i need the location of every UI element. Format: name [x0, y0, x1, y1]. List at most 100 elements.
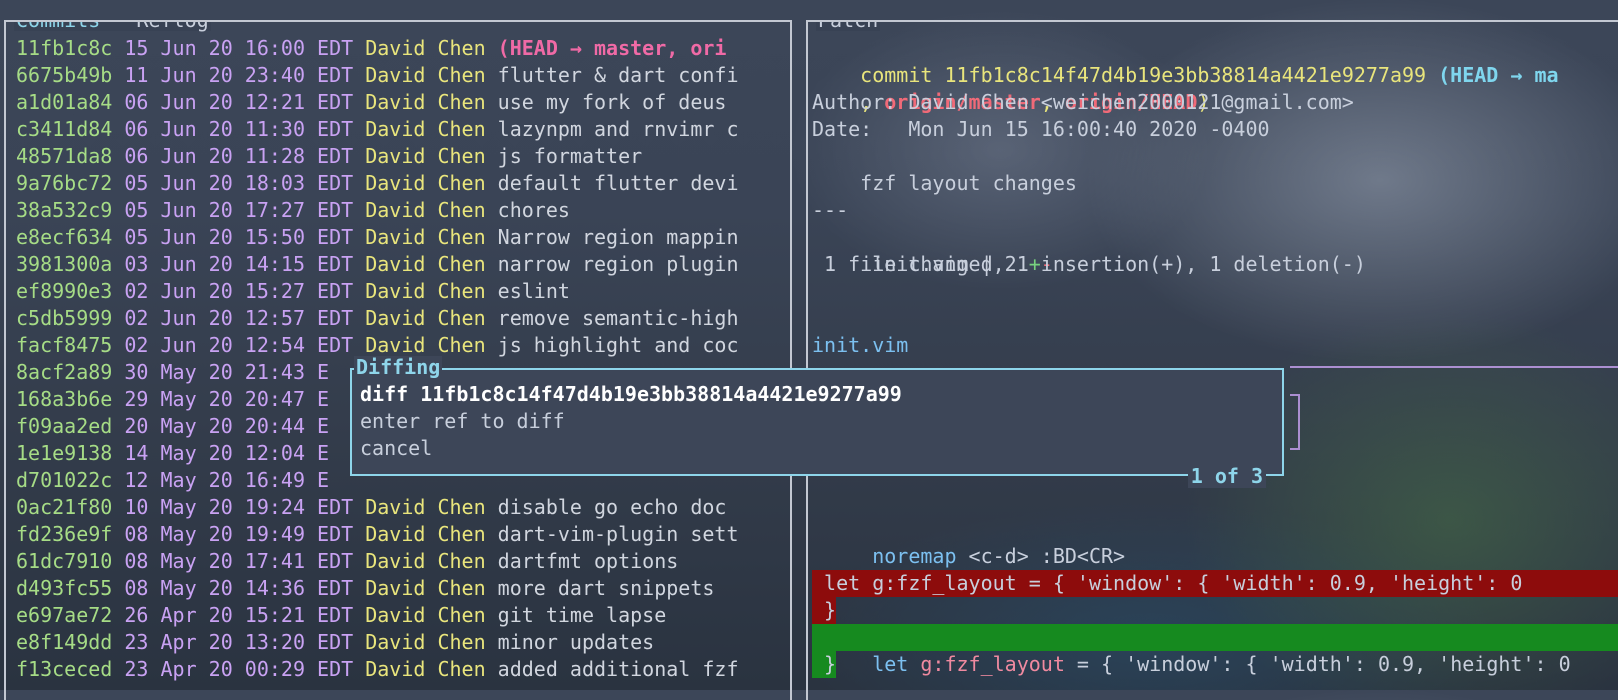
- author-line: Author: David Chen <weichen2000121@gmail…: [812, 90, 1354, 114]
- commit-date: 06 Jun 20 11:28 EDT: [124, 144, 354, 168]
- commit-row[interactable]: 6675b49b 11 Jun 20 23:40 EDT David Chen …: [16, 62, 739, 89]
- commit-row[interactable]: e697ae72 26 Apr 20 15:21 EDT David Chen …: [16, 602, 666, 629]
- diff-file-name: init.vim: [812, 333, 909, 357]
- menu-item-enter-ref[interactable]: enter ref to diff: [360, 408, 565, 435]
- commit-message: default flutter devi: [497, 171, 739, 195]
- commit-hash: ef8990e3: [16, 279, 113, 303]
- commit-row[interactable]: 61dc7910 08 May 20 17:41 EDT David Chen …: [16, 548, 678, 575]
- commit-row[interactable]: d493fc55 08 May 20 14:36 EDT David Chen …: [16, 575, 714, 602]
- commit-date: 10 May 20 19:24 EDT: [124, 495, 354, 519]
- commit-author: David Chen: [365, 657, 486, 681]
- add-rest: = { 'window': { 'width': 0.9, 'height': …: [1064, 652, 1571, 676]
- commit-hash: 61dc7910: [16, 549, 113, 573]
- menu-item-diff-commit[interactable]: diff 11fb1c8c14f47d4b19e3bb38814a4421e92…: [360, 381, 902, 408]
- menu-pager: 1 of 3: [1187, 464, 1266, 488]
- commit-hash: 3981300a: [16, 252, 113, 276]
- commit-message: Narrow region mappin: [497, 225, 739, 249]
- commit-row[interactable]: 3981300a 03 Jun 20 14:15 EDT David Chen …: [16, 251, 739, 278]
- commit-hash: c3411d84: [16, 117, 113, 141]
- commit-row[interactable]: 48571da8 06 Jun 20 11:28 EDT David Chen …: [16, 143, 642, 170]
- commit-hash: a1d01a84: [16, 90, 113, 114]
- commit-message: chores: [497, 198, 570, 222]
- commit-author: David Chen: [365, 90, 486, 114]
- commit-message: lazynpm and rnvimr c: [497, 117, 739, 141]
- patch-panel[interactable]: Patch commit 11fb1c8c14f47d4b19e3bb38814…: [806, 20, 1618, 700]
- commit-subject: fzf layout changes: [812, 171, 1077, 195]
- commit-date: 08 May 20 14:36 EDT: [124, 576, 354, 600]
- commit-hash: f13ceced: [16, 657, 113, 681]
- commit-hash: c5db5999: [16, 306, 113, 330]
- stat-line: init.vim | 2 +-: [812, 224, 1053, 276]
- commit-row[interactable]: 11fb1c8c 15 Jun 20 16:00 EDT David Chen …: [16, 35, 726, 62]
- commit-author: David Chen: [365, 549, 486, 573]
- commit-author: David Chen: [365, 252, 486, 276]
- diffing-menu-title: Diffing: [354, 355, 443, 379]
- commit-author: David Chen: [365, 603, 486, 627]
- diffing-menu[interactable]: Diffing diff 11fb1c8c14f47d4b19e3bb38814…: [350, 356, 1284, 488]
- tab-reflog[interactable]: Reflog: [136, 22, 208, 32]
- commit-author: David Chen: [365, 225, 486, 249]
- commit-date: 05 Jun 20 17:27 EDT: [124, 198, 354, 222]
- commit-author: David Chen: [365, 279, 486, 303]
- diff-context-line: noremap <c-d> :BD<CR>: [812, 516, 1125, 568]
- commit-row[interactable]: e8f149dd 23 Apr 20 13:20 EDT David Chen …: [16, 629, 654, 656]
- commit-author: David Chen: [365, 522, 486, 546]
- commit-row[interactable]: 38a532c9 05 Jun 20 17:27 EDT David Chen …: [16, 197, 570, 224]
- commit-row[interactable]: 168a3b6e 29 May 20 20:47 E: [16, 386, 353, 413]
- commit-row[interactable]: d701022c 12 May 20 16:49 E: [16, 467, 353, 494]
- commit-row[interactable]: c5db5999 02 Jun 20 12:57 EDT David Chen …: [16, 305, 739, 332]
- commit-date: 06 Jun 20 11:30 EDT: [124, 117, 354, 141]
- commit-row[interactable]: a1d01a84 06 Jun 20 12:21 EDT David Chen …: [16, 89, 726, 116]
- commit-date: 06 Jun 20 12:21 EDT: [124, 90, 354, 114]
- commit-message: more dart snippets: [497, 576, 715, 600]
- commit-author: David Chen: [365, 117, 486, 141]
- commit-hash: e697ae72: [16, 603, 113, 627]
- commit-date: 26 Apr 20 15:21 EDT: [124, 603, 354, 627]
- commit-date: 03 Jun 20 14:15 EDT: [124, 252, 354, 276]
- commit-date: 29 May 20 20:47 E: [124, 387, 330, 411]
- commit-hash: 6675b49b: [16, 63, 113, 87]
- commit-hash: f09aa2ed: [16, 414, 113, 438]
- commit-row[interactable]: 8acf2a89 30 May 20 21:43 E: [16, 359, 353, 386]
- hidden-pane-bracket: [1290, 394, 1300, 450]
- menu-item-cancel[interactable]: cancel: [360, 435, 432, 462]
- commit-message: remove semantic-high: [497, 306, 739, 330]
- commit-row[interactable]: c3411d84 06 Jun 20 11:30 EDT David Chen …: [16, 116, 739, 143]
- commit-row[interactable]: ef8990e3 02 Jun 20 15:27 EDT David Chen …: [16, 278, 570, 305]
- commit-author: David Chen: [365, 198, 486, 222]
- commit-row[interactable]: fd236e9f 08 May 20 19:49 EDT David Chen …: [16, 521, 739, 548]
- commit-hash: facf8475: [16, 333, 113, 357]
- commit-row[interactable]: 9a76bc72 05 Jun 20 18:03 EDT David Chen …: [16, 170, 739, 197]
- commit-ref-label: (HEAD → master, ori: [497, 36, 727, 60]
- tab-separator: -: [100, 20, 137, 32]
- commit-author: David Chen: [365, 171, 486, 195]
- commit-hash: 168a3b6e: [16, 387, 113, 411]
- commit-date: 02 Jun 20 12:54 EDT: [124, 333, 354, 357]
- commit-author: David Chen: [365, 630, 486, 654]
- var-name: g:fzf_layout: [908, 652, 1065, 676]
- commit-message: js formatter: [497, 144, 643, 168]
- commit-date: 05 Jun 20 18:03 EDT: [124, 171, 354, 195]
- commit-date: 08 May 20 19:49 EDT: [124, 522, 354, 546]
- commit-author: David Chen: [365, 576, 486, 600]
- commit-hash: 0ac21f80: [16, 495, 113, 519]
- stat-separator: ---: [812, 198, 849, 222]
- commit-row[interactable]: f13ceced 23 Apr 20 00:29 EDT David Chen …: [16, 656, 739, 683]
- commit-row[interactable]: 0ac21f80 10 May 20 19:24 EDT David Chen …: [16, 494, 726, 521]
- commit-message: git time lapse: [497, 603, 667, 627]
- commit-row[interactable]: 1e1e9138 14 May 20 12:04 E: [16, 440, 353, 467]
- noremap-keyword: noremap: [860, 544, 957, 568]
- commit-date: 12 May 20 16:49 E: [124, 468, 330, 492]
- commit-date: 20 May 20 20:44 E: [124, 414, 330, 438]
- commit-message: js highlight and coc: [497, 333, 739, 357]
- commit-row[interactable]: e8ecf634 05 Jun 20 15:50 EDT David Chen …: [16, 224, 739, 251]
- commit-hash: 48571da8: [16, 144, 113, 168]
- commit-date: 02 Jun 20 15:27 EDT: [124, 279, 354, 303]
- commit-hash: e8ecf634: [16, 225, 113, 249]
- tab-commits[interactable]: Commits: [16, 22, 100, 32]
- commit-date: 30 May 20 21:43 E: [124, 360, 330, 384]
- commit-date: 02 Jun 20 12:57 EDT: [124, 306, 354, 330]
- commit-row[interactable]: f09aa2ed 20 May 20 20:44 E: [16, 413, 353, 440]
- commit-message: narrow region plugin: [497, 252, 739, 276]
- commit-hash: 11fb1c8c: [16, 36, 113, 60]
